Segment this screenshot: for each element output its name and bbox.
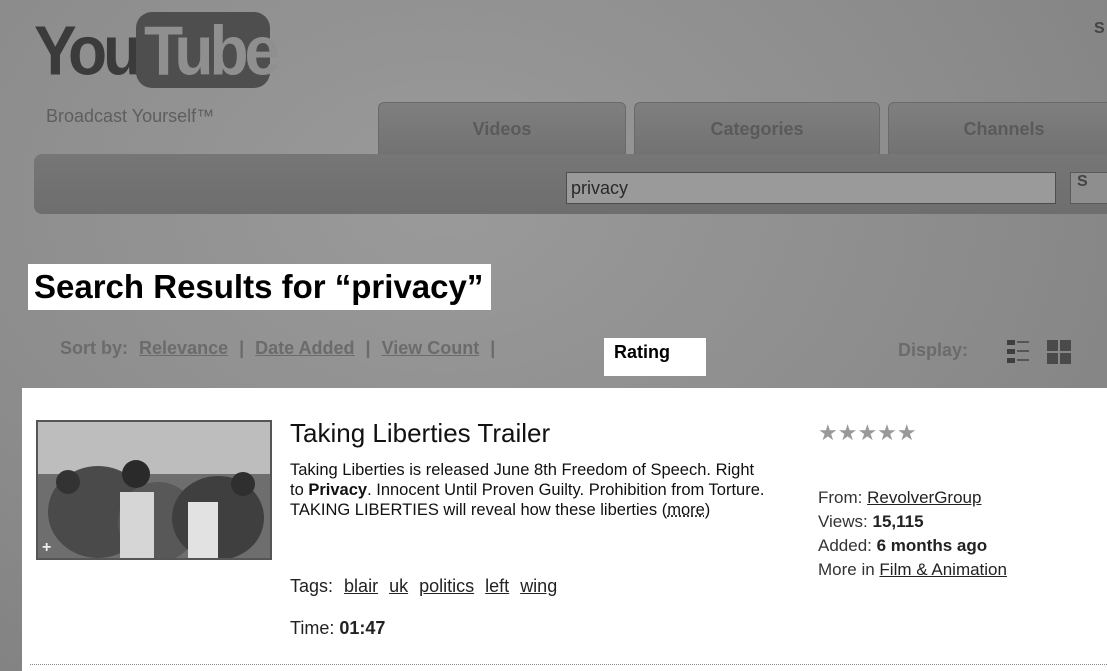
thumbnail-image	[38, 422, 270, 558]
added-value: 6 months ago	[876, 536, 988, 555]
video-description: Taking Liberties is released June 8th Fr…	[290, 460, 770, 520]
sort-option-rating[interactable]: Rating	[604, 338, 706, 376]
tab-videos[interactable]: Videos	[378, 102, 626, 155]
display-label: Display:	[898, 340, 969, 360]
time-label: Time:	[290, 618, 335, 638]
list-view-icon[interactable]	[1006, 338, 1030, 366]
more-in-label: More in	[818, 560, 875, 579]
tag-link[interactable]: uk	[389, 576, 408, 596]
tag-link[interactable]: left	[485, 576, 509, 596]
from-label: From:	[818, 488, 863, 507]
desc-bold-term: Privacy	[308, 481, 368, 499]
search-button[interactable]: S	[1070, 172, 1107, 204]
logo-tagline: Broadcast Yourself™	[46, 106, 215, 126]
sort-bar: Sort by: Relevance | Date Added | View C…	[60, 338, 501, 359]
video-title-link[interactable]: Taking Liberties Trailer	[290, 418, 550, 449]
sort-separator: |	[365, 338, 371, 358]
time-value: 01:47	[339, 618, 386, 638]
sort-separator: |	[239, 338, 245, 358]
search-results-heading: Search Results for “privacy”	[28, 264, 492, 310]
more-link[interactable]: more	[667, 501, 705, 519]
add-plus-icon[interactable]: +	[42, 540, 51, 556]
tag-link[interactable]: politics	[419, 576, 474, 596]
tags-row: Tags: blair uk politics left wing	[290, 576, 557, 597]
video-thumbnail[interactable]: +	[36, 420, 272, 560]
grid-view-icon[interactable]	[1046, 338, 1072, 366]
video-meta: From: RevolverGroup Views: 15,115 Added:…	[818, 486, 1007, 582]
top-right-link[interactable]: S	[1094, 20, 1105, 38]
added-label: Added:	[818, 536, 872, 555]
views-label: Views:	[818, 512, 868, 531]
rating-stars: ★★★★★	[818, 420, 917, 445]
sort-separator: |	[490, 338, 496, 358]
tag-link[interactable]: wing	[520, 576, 557, 596]
category-link[interactable]: Film & Animation	[879, 560, 1007, 579]
tag-link[interactable]: blair	[344, 576, 378, 596]
views-value: 15,115	[872, 512, 924, 531]
tab-categories[interactable]: Categories	[634, 102, 880, 155]
logo-tube-text: Tube	[144, 11, 280, 90]
search-input[interactable]	[566, 172, 1056, 204]
time-row: Time: 01:47	[290, 618, 385, 639]
from-user-link[interactable]: RevolverGroup	[867, 488, 981, 507]
sort-option-date-added[interactable]: Date Added	[255, 338, 354, 358]
logo-you-text: You	[34, 11, 142, 90]
tags-label: Tags:	[290, 576, 334, 596]
desc-text: )	[704, 501, 711, 519]
sort-label: Sort by:	[60, 338, 129, 358]
sort-option-relevance[interactable]: Relevance	[139, 338, 228, 358]
sort-option-view-count[interactable]: View Count	[382, 338, 480, 358]
result-divider	[30, 664, 1107, 665]
tab-channels[interactable]: Channels	[888, 102, 1107, 155]
